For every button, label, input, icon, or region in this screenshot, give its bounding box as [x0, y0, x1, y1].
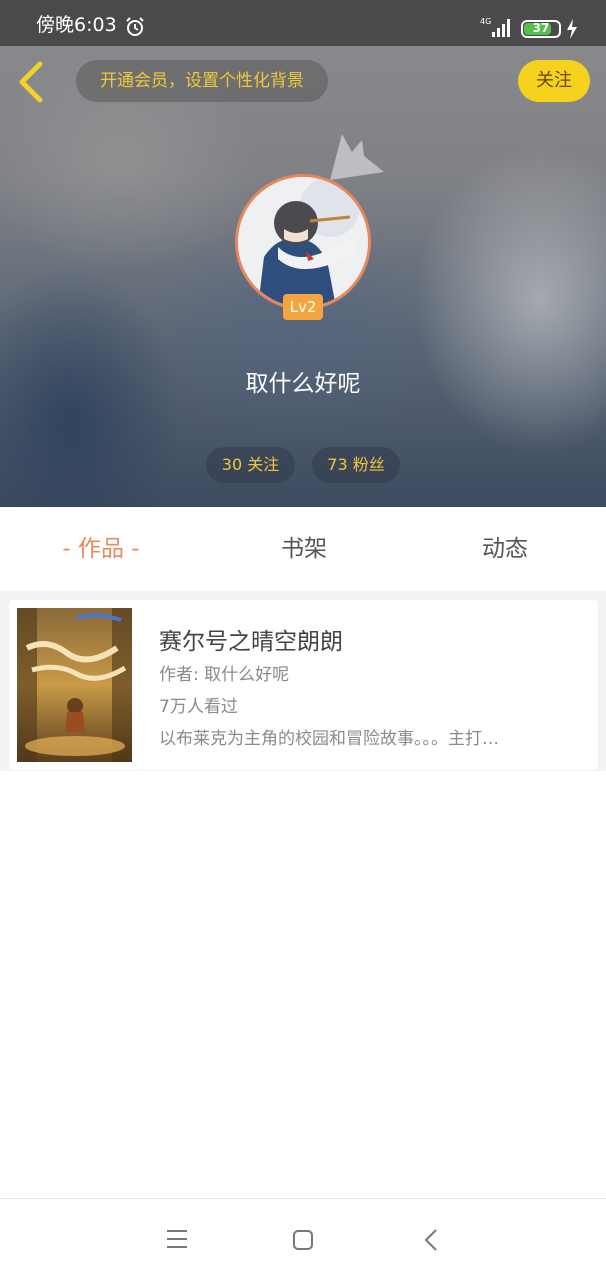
tab-bookshelf[interactable]: 书架: [254, 507, 354, 591]
book-cover-illustration: [17, 608, 132, 762]
tab-activity[interactable]: 动态: [455, 507, 555, 591]
status-bar: 傍晚6:03 4G 37: [0, 0, 606, 46]
vip-background-prompt[interactable]: 开通会员，设置个性化背景: [76, 60, 328, 102]
battery-icon: 37: [521, 20, 561, 38]
follow-button[interactable]: 关注: [518, 60, 590, 102]
list-item[interactable]: 赛尔号之晴空朗朗 作者: 取什么好呢 7万人看过 以布莱克为主角的校园和冒险故事…: [9, 600, 598, 770]
username: 取什么好呢: [245, 371, 361, 397]
menu-icon[interactable]: [166, 1229, 188, 1249]
book-title[interactable]: 赛尔号之晴空朗朗: [159, 622, 343, 656]
system-navigation-bar: [0, 1198, 606, 1280]
avatar[interactable]: [235, 174, 371, 310]
book-author: 作者: 取什么好呢: [159, 665, 290, 685]
following-count[interactable]: 30 关注: [206, 447, 295, 483]
back-nav-icon[interactable]: [421, 1228, 441, 1252]
battery-percent: 37: [532, 21, 550, 35]
avatar-container[interactable]: Lv2: [235, 174, 371, 320]
book-description: 以布莱克为主角的校园和冒险故事。。。主打…: [159, 729, 499, 749]
home-icon[interactable]: [292, 1229, 314, 1251]
level-badge: Lv2: [283, 294, 323, 320]
fans-count[interactable]: 73 粉丝: [312, 447, 400, 483]
charging-icon: [567, 19, 577, 39]
svg-text:4G: 4G: [480, 17, 491, 26]
book-views: 7万人看过: [159, 697, 238, 717]
status-time: 傍晚6:03: [36, 14, 117, 36]
alarm-icon: [126, 17, 144, 36]
avatar-illustration: [238, 177, 368, 307]
back-button[interactable]: [14, 60, 50, 104]
signal-4g-icon: 4G: [480, 17, 510, 37]
profile-tabs: - 作品 - 书架 动态: [0, 507, 606, 591]
tab-works[interactable]: - 作品 -: [40, 507, 162, 591]
book-cover[interactable]: [17, 608, 132, 762]
